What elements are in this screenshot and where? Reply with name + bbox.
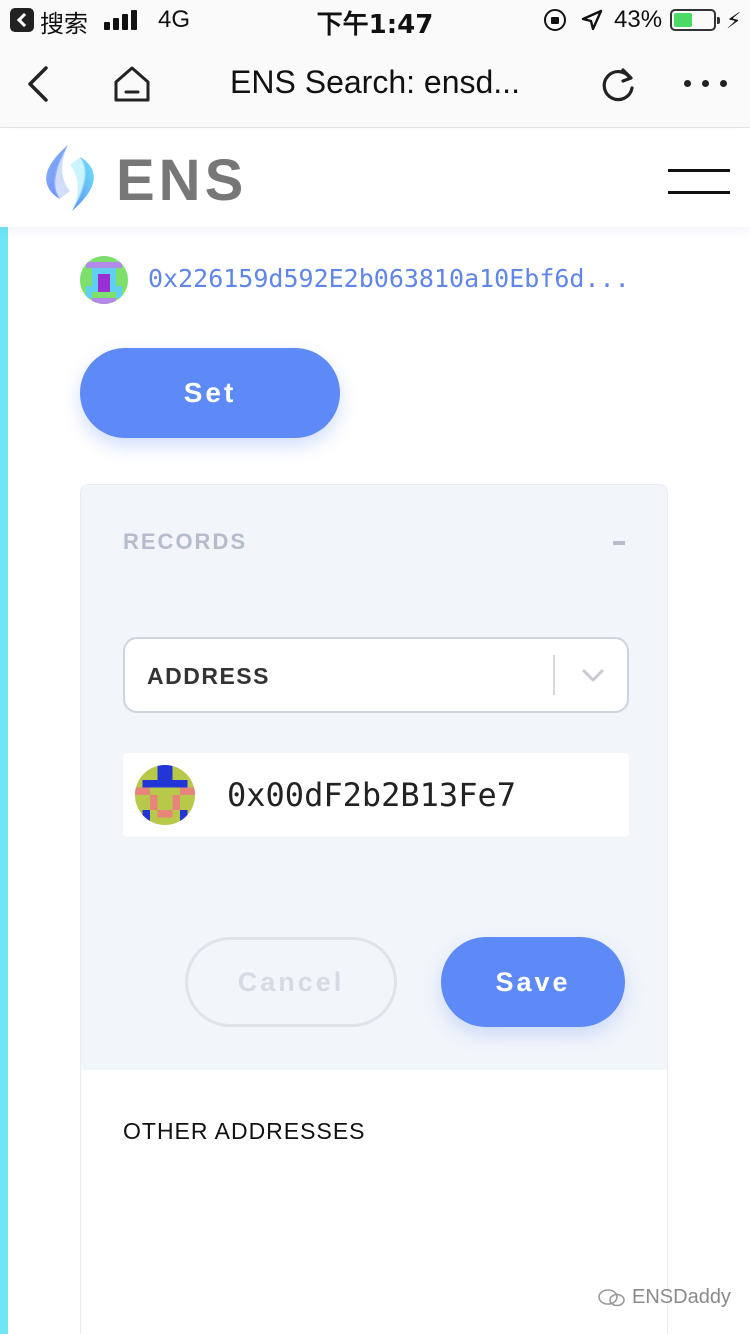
records-panel: RECORDS ADDRESS Cancel Save <box>80 484 668 1070</box>
owner-identicon-avatar <box>80 256 128 304</box>
browser-nav-bar: ENS Search: ensd... <box>0 40 750 128</box>
other-addresses-panel: OTHER ADDRESSES <box>80 1070 668 1334</box>
site-header: ENS <box>0 129 750 227</box>
page-title: ENS Search: ensd... <box>230 64 520 100</box>
more-options-icon[interactable] <box>682 72 728 96</box>
set-button[interactable]: Set <box>80 348 340 438</box>
address-identicon-avatar <box>135 765 195 825</box>
collapse-records-icon[interactable] <box>613 541 625 545</box>
chevron-down-icon[interactable] <box>579 661 607 689</box>
record-type-value: ADDRESS <box>147 663 270 689</box>
watermark-text: ENSDaddy <box>632 1286 731 1308</box>
charging-bolt-icon: ⚡ <box>726 8 742 33</box>
battery-icon <box>670 9 720 31</box>
records-title: RECORDS <box>123 529 248 554</box>
cancel-button[interactable]: Cancel <box>185 937 397 1027</box>
battery-percent: 43% <box>614 6 663 33</box>
status-bar: 搜索 4G 下午1:47 43% ⚡ <box>0 0 750 40</box>
wechat-watermark: ENSDaddy <box>598 1286 731 1309</box>
other-addresses-title: OTHER ADDRESSES <box>123 1118 366 1144</box>
record-type-select[interactable]: ADDRESS <box>123 637 629 713</box>
address-input[interactable] <box>227 769 597 821</box>
back-arrow-icon[interactable] <box>20 62 60 106</box>
location-arrow-icon <box>581 9 603 31</box>
ens-wordmark[interactable]: ENS <box>116 147 247 214</box>
select-divider <box>553 655 555 695</box>
save-button[interactable]: Save <box>441 937 625 1027</box>
wechat-icon <box>598 1288 625 1307</box>
owner-address-link[interactable]: 0x226159d592E2b063810a10Ebf6d... <box>148 264 630 293</box>
orientation-lock-icon <box>544 9 566 31</box>
ens-logo-icon[interactable] <box>38 143 102 213</box>
refresh-icon[interactable] <box>596 64 640 108</box>
address-input-container <box>123 753 629 837</box>
menu-hamburger-icon[interactable] <box>668 169 730 195</box>
home-icon[interactable] <box>110 62 154 106</box>
left-accent-bar <box>0 227 8 1334</box>
